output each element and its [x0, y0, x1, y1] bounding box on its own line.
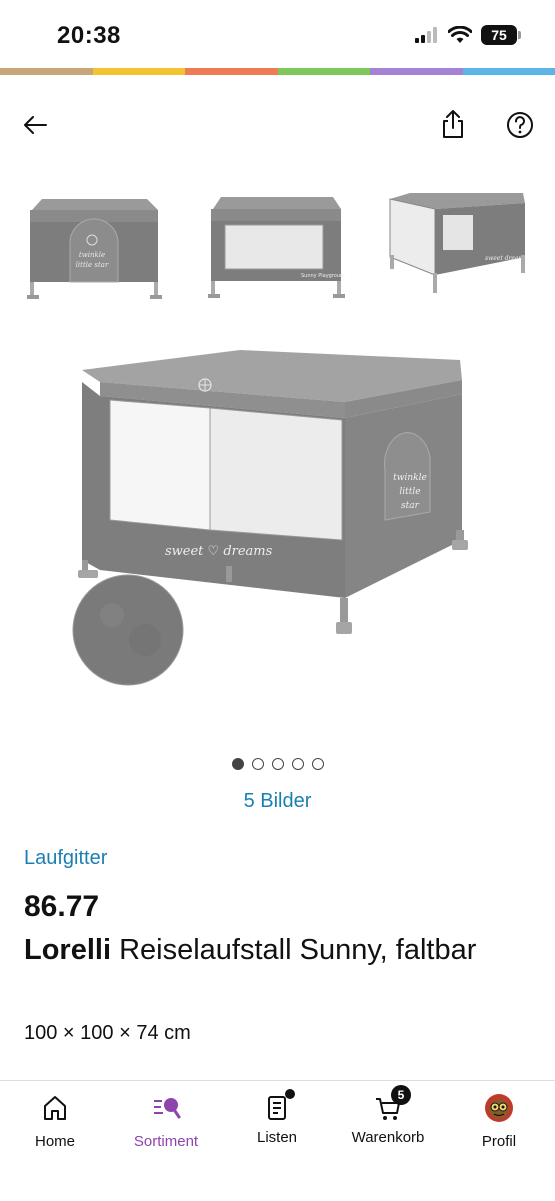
strip-segment	[185, 68, 278, 75]
nav-label-home: Home	[0, 1133, 110, 1150]
nav-listen[interactable]: Listen	[222, 1093, 332, 1146]
product-thumbnail[interactable]: twinkle little star	[22, 185, 162, 305]
nav-label-profil: Profil	[444, 1133, 554, 1150]
avatar-icon	[484, 1093, 514, 1123]
nav-profil[interactable]: Profil	[444, 1093, 554, 1150]
product-name: Reiselaufstall Sunny, faltbar	[111, 934, 476, 966]
all-images-link[interactable]: 5 Bilder	[0, 790, 555, 813]
pagination-dot[interactable]	[272, 758, 284, 770]
svg-text:star: star	[401, 501, 420, 511]
bottom-navigation: Home Sortiment Listen	[0, 1080, 555, 1201]
brand-color-strip	[0, 68, 555, 75]
status-bar: 20:38 75	[0, 0, 555, 68]
wifi-icon	[448, 26, 472, 44]
thumbnail-row: twinkle little star Sunny Playground swe…	[0, 185, 555, 305]
pagination-dot[interactable]	[312, 758, 324, 770]
catalog-search-icon	[151, 1093, 181, 1123]
cart-count-badge: 5	[391, 1085, 411, 1105]
svg-text:sweet ♡ dreams: sweet ♡ dreams	[165, 544, 273, 559]
product-category-link[interactable]: Laufgitter	[24, 847, 107, 870]
svg-text:little: little	[399, 487, 420, 497]
battery-indicator: 75	[481, 25, 517, 45]
svg-text:little star: little star	[76, 261, 109, 269]
nav-label-warenkorb: Warenkorb	[333, 1129, 443, 1146]
svg-text:twinkle: twinkle	[393, 473, 427, 483]
strip-segment	[93, 68, 186, 75]
battery-level: 75	[491, 27, 507, 43]
pagination-dot[interactable]	[232, 758, 244, 770]
svg-text:twinkle: twinkle	[79, 251, 105, 259]
signal-icon	[415, 27, 439, 43]
nav-sortiment[interactable]: Sortiment	[111, 1093, 221, 1150]
product-title: Lorelli Reiselaufstall Sunny, faltbar	[24, 930, 524, 970]
strip-segment	[370, 68, 463, 75]
nav-home[interactable]: Home	[0, 1093, 110, 1150]
svg-text:sweet dreams: sweet dreams	[485, 255, 525, 262]
strip-segment	[463, 68, 555, 75]
product-dimensions: 100 × 100 × 74 cm	[24, 1022, 191, 1045]
home-icon	[40, 1093, 70, 1123]
status-icons: 75	[415, 25, 517, 45]
pagination-dot[interactable]	[252, 758, 264, 770]
pagination-dot[interactable]	[292, 758, 304, 770]
product-thumbnail[interactable]: Sunny Playground	[205, 185, 345, 305]
product-price: 86.77	[24, 890, 99, 924]
question-circle-icon[interactable]	[505, 110, 535, 140]
share-icon[interactable]	[440, 108, 466, 140]
list-icon-wrapper	[262, 1093, 292, 1123]
cart-icon-wrapper: 5	[373, 1093, 403, 1123]
product-brand: Lorelli	[24, 934, 111, 966]
svg-text:Sunny Playground: Sunny Playground	[301, 273, 345, 279]
list-notification-dot	[285, 1089, 295, 1099]
gallery-pagination	[0, 758, 555, 770]
clock: 20:38	[57, 22, 121, 50]
strip-segment	[0, 68, 93, 75]
nav-label-sortiment: Sortiment	[111, 1133, 221, 1150]
product-hero-image[interactable]: twinkle little star sweet ♡ dreams	[60, 330, 500, 710]
top-navigation	[0, 100, 555, 150]
strip-segment	[278, 68, 371, 75]
nav-warenkorb[interactable]: 5 Warenkorb	[333, 1093, 443, 1146]
nav-label-listen: Listen	[222, 1129, 332, 1146]
arrow-left-icon[interactable]	[20, 110, 50, 140]
product-thumbnail[interactable]: sweet dreams	[385, 185, 525, 305]
